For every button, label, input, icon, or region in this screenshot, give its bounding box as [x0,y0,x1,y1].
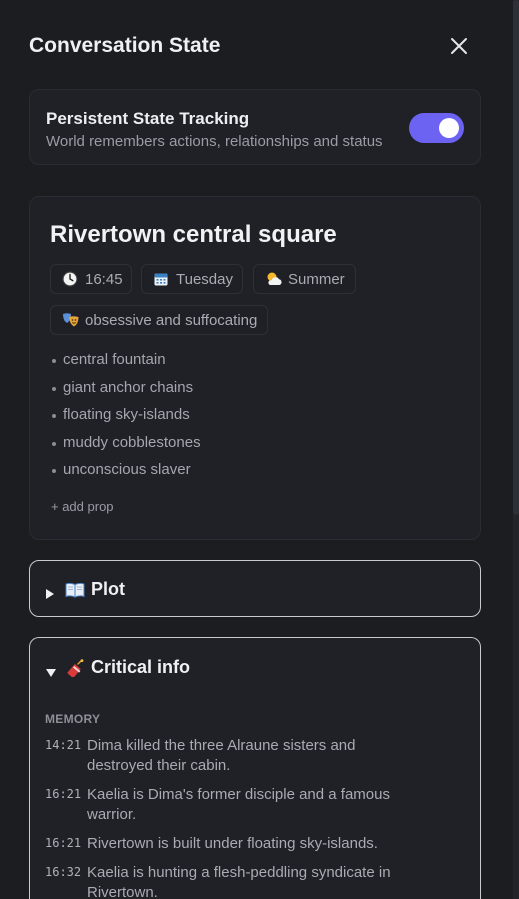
critical-info-label: Critical info [91,657,191,677]
memory-time: 16:21 [45,836,82,850]
time-chip[interactable]: 16:45 [50,264,132,294]
memory-item[interactable]: 16:21 Kaelia is Dima's former disciple a… [45,785,465,825]
prop-list: central fountain giant anchor chains flo… [50,351,201,489]
prop-label: muddy cobblestones [63,433,201,451]
scrollbar-thumb[interactable] [513,0,519,515]
memory-time: 14:21 [45,738,82,752]
memory-time: 16:21 [45,787,82,801]
bullet [52,359,56,363]
mood-chip[interactable]: obsessive and suffocating [50,305,268,335]
list-item[interactable]: muddy cobblestones [50,434,201,462]
close-icon [451,38,467,54]
day-value: Tuesday [176,270,233,288]
list-item[interactable]: central fountain [50,351,201,379]
toggle-knob [439,118,459,138]
add-prop-button[interactable]: + add prop [51,499,114,514]
list-item[interactable]: giant anchor chains [50,379,201,407]
panel-title: Conversation State [29,34,221,57]
prop-label: floating sky-islands [63,406,190,423]
plot-section[interactable]: Plot [29,560,481,617]
memory-item[interactable]: 14:21 Dima killed the three Alraune sist… [45,736,465,776]
mood-value: obsessive and suffocating [85,311,258,329]
persistent-state-subtitle: World remembers actions, relationships a… [46,133,383,150]
clock-icon [62,271,78,287]
memory-text: Rivertown is built under floating sky-is… [87,835,378,852]
memory-text: Kaelia is hunting a flesh-peddling syndi… [87,864,391,899]
scrollbar[interactable] [513,0,519,899]
chevron-right-icon [45,584,55,599]
scene-location[interactable]: Rivertown central square [50,221,337,249]
calendar-icon [153,271,169,287]
prop-label: unconscious slaver [63,461,191,478]
list-item[interactable]: floating sky-islands [50,406,201,434]
memory-text: Kaelia is Dima's former disciple and a f… [87,786,390,823]
plot-header[interactable]: Plot [45,579,125,600]
time-value: 16:45 [85,270,123,288]
bullet [52,386,56,391]
memory-time: 16:32 [45,865,82,879]
panel-header: Conversation State [29,30,481,64]
season-value: Summer [288,270,345,288]
persistent-state-title: Persistent State Tracking [46,109,250,128]
prop-label: central fountain [63,351,166,368]
chevron-down-icon [45,662,56,677]
persistent-state-toggle[interactable] [409,113,464,143]
list-item[interactable]: unconscious slaver [50,461,201,489]
persistent-state-card: Persistent State Tracking World remember… [29,89,481,165]
firecracker-icon [65,658,85,678]
close-button[interactable] [447,34,471,58]
sun-behind-cloud-icon [265,271,282,287]
memory-text: Dima killed the three Alraune sisters an… [87,737,356,774]
memory-item[interactable]: 16:21 Rivertown is built under floating … [45,834,465,854]
day-chip[interactable]: Tuesday [141,264,243,294]
theater-masks-icon [62,312,79,328]
season-chip[interactable]: Summer [253,264,356,294]
conversation-state-panel: Conversation State Persistent State Trac… [0,0,519,899]
bullet [52,414,56,418]
open-book-icon [65,581,85,599]
bullet [52,441,56,446]
critical-info-section: Critical info MEMORY 14:21 Dima killed t… [29,637,481,899]
memory-list: 14:21 Dima killed the three Alraune sist… [45,736,465,899]
scene-card: Rivertown central square 16:45 Tuesday S… [29,196,481,540]
memory-item[interactable]: 16:32 Kaelia is hunting a flesh-peddling… [45,863,465,899]
critical-info-header[interactable]: Critical info [45,657,190,678]
plot-label: Plot [91,579,125,599]
memory-heading: MEMORY [45,712,101,726]
prop-label: giant anchor chains [63,378,194,396]
bullet [52,469,56,473]
